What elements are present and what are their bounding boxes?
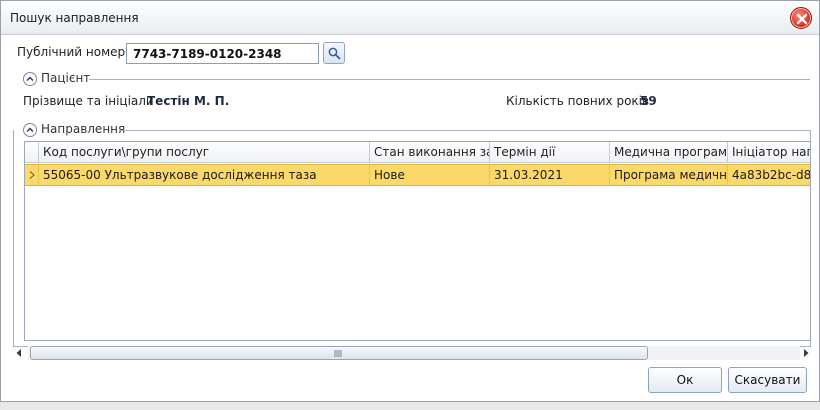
cancel-button[interactable]: Скасувати (728, 367, 807, 393)
search-referral-dialog: Пошук направлення Публічний номер* Паціє… (0, 0, 820, 402)
column-header-validity[interactable]: Термін дії (490, 142, 610, 163)
patient-group-toggle[interactable] (23, 72, 37, 86)
background-window-strip (0, 402, 820, 410)
close-icon (796, 13, 808, 25)
grip-icon (334, 350, 342, 357)
cell-service-code: 55065-00 Ультразвукове дослідження таза (39, 165, 370, 185)
row-pointer-icon (29, 171, 35, 179)
patient-name-label: Прізвище та ініціали (23, 94, 154, 108)
patient-group-title: Пацієнт (41, 71, 91, 85)
cell-medical-program: Програма медичн... (610, 165, 728, 185)
column-header-service-code[interactable]: Код послуги\групи послуг (39, 142, 370, 163)
patient-name-value: Тестін М. П. (147, 94, 230, 108)
search-icon (328, 47, 341, 60)
column-header-status[interactable]: Стан виконання за г (370, 142, 490, 163)
scrollbar-thumb[interactable] (30, 346, 648, 360)
cell-validity: 31.03.2021 (490, 165, 610, 185)
horizontal-scrollbar[interactable] (14, 345, 811, 361)
referral-table[interactable]: Код послуги\групи послуг Стан виконання … (24, 141, 811, 341)
row-indicator (25, 165, 39, 185)
scroll-right-icon[interactable] (801, 348, 811, 358)
public-number-label: Публічний номер* (17, 45, 132, 59)
public-number-input[interactable] (126, 43, 319, 64)
table-header: Код послуги\групи послуг Стан виконання … (25, 142, 810, 163)
scrollbar-track[interactable] (28, 346, 800, 360)
cell-initiator: 4a83b2bc-d8b7 (728, 165, 810, 185)
search-button[interactable] (323, 42, 345, 64)
close-button[interactable] (790, 7, 812, 29)
scroll-left-icon[interactable] (14, 348, 24, 358)
cell-status: Нове (370, 165, 490, 185)
ok-button[interactable]: Ок (648, 367, 722, 393)
patient-age-label: Кількість повних років (506, 94, 650, 108)
header-indicator-cell (25, 142, 39, 163)
column-header-medical-program[interactable]: Медична програма (610, 142, 728, 163)
column-header-initiator[interactable]: Ініціатор напра (728, 142, 810, 163)
dialog-title: Пошук направлення (10, 11, 139, 25)
patient-age-value: 59 (640, 94, 657, 108)
title-bar: Пошук направлення (1, 1, 819, 35)
patient-group-divider (89, 79, 810, 80)
table-row[interactable]: 55065-00 Ультразвукове дослідження таза … (25, 164, 810, 186)
chevron-up-icon (26, 76, 34, 82)
